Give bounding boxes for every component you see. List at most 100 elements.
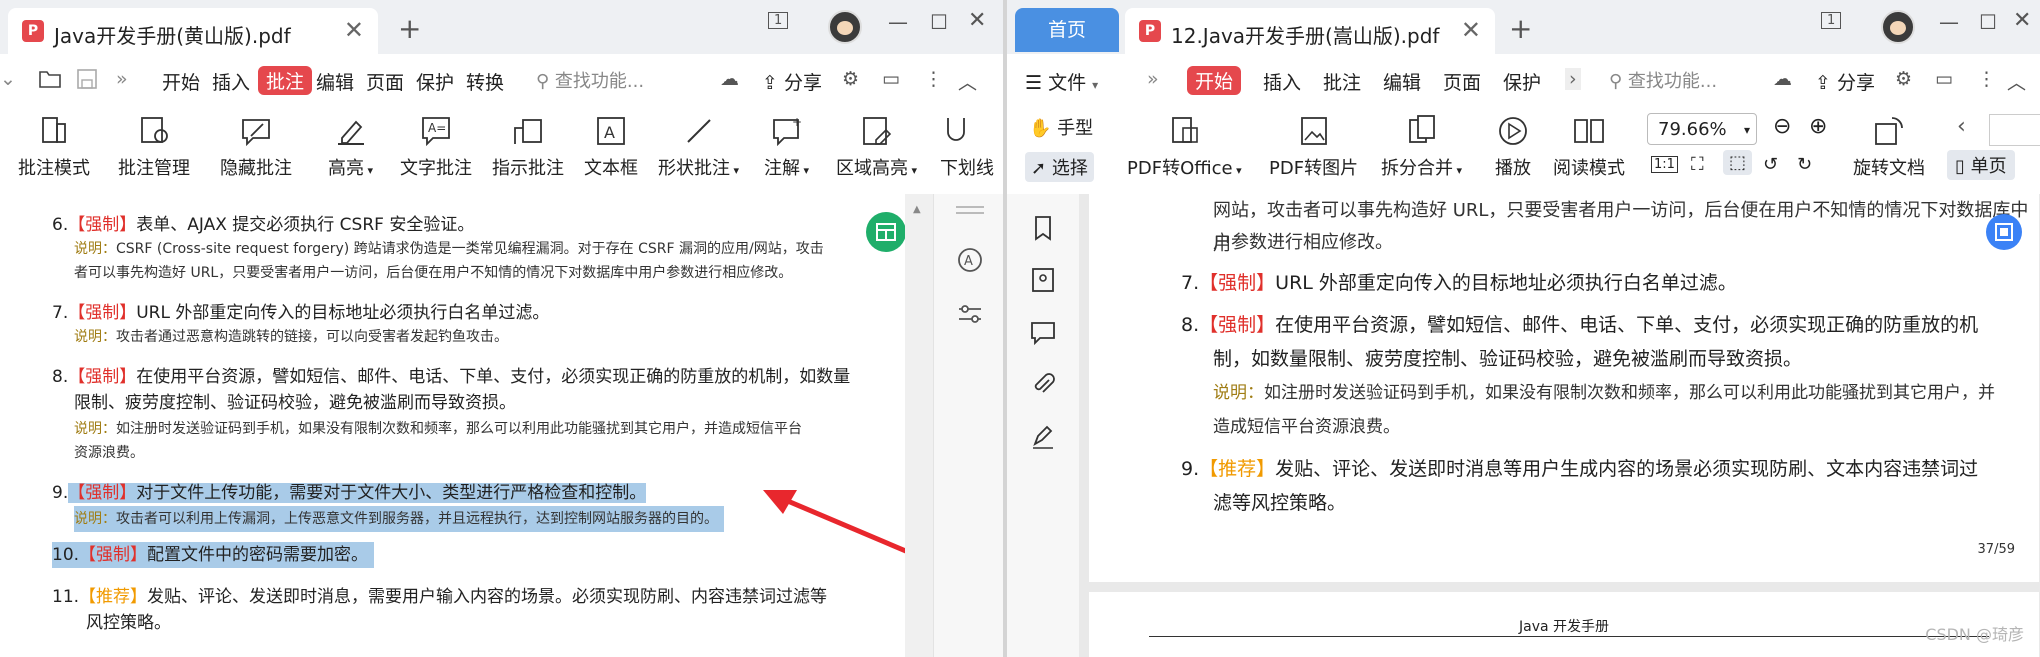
area-highlight-icon	[862, 117, 891, 145]
cloud-sync-icon[interactable]: ☁	[720, 68, 739, 90]
rule-item-6-note: 说明：CSRF (Cross-site request forgery) 跨站请…	[74, 241, 824, 257]
zoom-in-icon[interactable]: ⊕	[1809, 114, 1827, 139]
rotate-left-icon[interactable]: ↺	[1763, 154, 1778, 175]
more-chevron-icon[interactable]: »	[116, 68, 128, 90]
menu-edit[interactable]: 编辑	[1383, 68, 1421, 95]
tool-pdf-to-office[interactable]: PDF转Office ▾	[1127, 114, 1242, 180]
floating-convert-button[interactable]	[1986, 214, 2022, 250]
new-tab-button[interactable]: +	[1509, 12, 1532, 45]
menu-protect[interactable]: 保护	[1503, 68, 1541, 95]
settings-gear-icon[interactable]: ⚙	[842, 68, 859, 90]
comment-icon[interactable]: ▭	[882, 68, 900, 90]
rotate-right-icon[interactable]: ↻	[1797, 154, 1812, 175]
search-function[interactable]: ⚲ 查找功能...	[1609, 67, 1717, 93]
fit-width-icon[interactable]: ⬚	[1723, 150, 1753, 175]
scroll-up-icon[interactable]: ▲	[913, 204, 921, 215]
left-document-tab[interactable]: P Java开发手册(黄山版).pdf ✕	[8, 8, 378, 54]
bookmark-icon[interactable]	[1029, 214, 1057, 242]
tool-shape-annotation[interactable]: 形状批注 ▾	[658, 114, 739, 180]
single-page-button[interactable]: ▯ 单页	[1947, 150, 2015, 180]
tool-annotation-manage[interactable]: 批注管理	[118, 114, 190, 180]
window-layout-icon[interactable]: 1	[768, 12, 789, 29]
tool-text-annotation[interactable]: A= 文字批注	[400, 114, 472, 180]
window-layout-icon[interactable]: 1	[1821, 12, 1842, 29]
collapse-ribbon-icon[interactable]: ︿	[958, 68, 977, 95]
menu-annotate[interactable]: 批注	[258, 66, 313, 95]
tool-reading-mode[interactable]: 阅读模式	[1553, 114, 1625, 180]
more-options-icon[interactable]: ⋮	[924, 68, 943, 90]
rule-item-9-highlighted[interactable]: 9.【强制】对于文件上传功能，需要对于文件大小、类型进行严格检查和控制。	[52, 480, 647, 506]
share-button[interactable]: ⇪ 分享	[762, 68, 822, 95]
tool-split-merge[interactable]: 拆分合并 ▾	[1381, 114, 1462, 180]
open-folder-icon[interactable]	[38, 68, 62, 95]
attachment-icon[interactable]	[1029, 370, 1057, 398]
collapse-icon[interactable]: ⌄	[0, 68, 16, 90]
user-avatar[interactable]	[828, 10, 862, 44]
menu-insert[interactable]: 插入	[1263, 68, 1301, 95]
menu-protect[interactable]: 保护	[416, 68, 454, 95]
more-options-icon[interactable]: ⋮	[1977, 68, 1996, 90]
close-window-icon[interactable]: ✕	[2013, 8, 2031, 33]
close-tab-icon[interactable]: ✕	[344, 16, 364, 44]
zoom-level-select[interactable]: 79.66% ▾	[1647, 113, 1757, 145]
menu-insert[interactable]: 插入	[212, 68, 250, 95]
thumbnail-image-icon[interactable]	[1029, 266, 1057, 294]
tool-highlight[interactable]: 高亮 ▾	[328, 114, 373, 180]
text-box-icon: A	[597, 117, 625, 145]
fit-page-icon[interactable]: ⛶	[1691, 154, 1704, 175]
tool-pdf-to-image[interactable]: PDF转图片	[1269, 114, 1358, 180]
collapse-ribbon-icon[interactable]: ︿	[2007, 68, 2026, 95]
menu-convert[interactable]: 转换	[466, 68, 504, 95]
minimize-icon[interactable]: —	[1939, 10, 1959, 34]
close-window-icon[interactable]: ✕	[968, 8, 986, 33]
actual-size-icon[interactable]: 1:1	[1651, 156, 1678, 173]
more-chevron-icon[interactable]: »	[1147, 68, 1159, 90]
menu-start[interactable]: 开始	[1187, 66, 1242, 95]
tool-annotation-mode[interactable]: 批注模式	[18, 114, 90, 180]
search-function[interactable]: ⚲ 查找功能...	[536, 67, 644, 93]
left-vertical-scrollbar[interactable]: ▲	[905, 194, 933, 657]
comment-icon[interactable]: ▭	[1935, 68, 1953, 90]
home-tab[interactable]: 首页	[1015, 8, 1119, 52]
menu-start[interactable]: 开始	[162, 68, 200, 95]
ai-assistant-icon[interactable]: A	[956, 246, 984, 274]
hand-tool[interactable]: ✋ 手型	[1029, 114, 1093, 140]
maximize-icon[interactable]: ☐	[1979, 10, 1997, 34]
rule-item-9-note-highlighted[interactable]: 说明：攻击者可以利用上传漏洞，上传恶意文件到服务器，并且远程执行，达到控制网站服…	[74, 506, 724, 532]
tool-rotate-document[interactable]: 旋转文档	[1853, 114, 1925, 180]
search-text: 查找功能...	[1627, 71, 1718, 92]
minimize-icon[interactable]: —	[888, 10, 908, 34]
tool-play[interactable]: 播放	[1495, 114, 1531, 180]
close-tab-icon[interactable]: ✕	[1461, 16, 1481, 44]
select-tool[interactable]: ➚ 选择	[1025, 152, 1094, 182]
tool-note[interactable]: + 注解 ▾	[764, 114, 809, 180]
menu-annotate[interactable]: 批注	[1323, 68, 1361, 95]
maximize-icon[interactable]: ☐	[930, 10, 948, 34]
menu-page[interactable]: 页面	[1443, 68, 1481, 95]
tool-pointer-annotation[interactable]: 指示批注	[492, 114, 564, 180]
user-avatar[interactable]	[1881, 10, 1915, 44]
new-tab-button[interactable]: +	[398, 12, 421, 45]
cloud-sync-icon[interactable]: ☁	[1773, 68, 1792, 90]
adjust-sliders-icon[interactable]	[956, 300, 984, 328]
zoom-out-icon[interactable]: ⊖	[1773, 114, 1791, 139]
signature-pen-icon[interactable]	[1029, 422, 1057, 450]
share-button[interactable]: ⇪ 分享	[1815, 68, 1875, 95]
table-extract-button[interactable]	[866, 212, 905, 252]
tool-area-highlight[interactable]: 区域高亮 ▾	[836, 114, 917, 180]
tool-underline[interactable]: 下划线	[940, 114, 1000, 180]
scroll-left-icon[interactable]: ‹	[1957, 114, 1966, 139]
menu-edit[interactable]: 编辑	[316, 68, 354, 95]
tool-text-box[interactable]: A 文本框	[584, 114, 638, 180]
rule-item-10-highlighted[interactable]: 10.【强制】配置文件中的密码需要加密。	[52, 542, 375, 568]
rule-item-6: 6.【强制】表单、AJAX 提交必须执行 CSRF 安全验证。	[52, 215, 475, 235]
tool-hide-annotation[interactable]: 隐藏批注	[220, 114, 292, 180]
save-icon[interactable]	[76, 68, 98, 95]
comments-icon[interactable]	[1029, 318, 1057, 346]
right-document-tab[interactable]: P 12.Java开发手册(嵩山版).pdf ✕	[1125, 8, 1495, 54]
file-menu[interactable]: ☰ 文件 ▾	[1025, 68, 1098, 95]
panel-handle-icon[interactable]	[956, 206, 984, 208]
menu-page[interactable]: 页面	[366, 68, 404, 95]
settings-gear-icon[interactable]: ⚙	[1895, 68, 1912, 90]
menu-more-chevron-icon[interactable]: ›	[1565, 68, 1581, 90]
